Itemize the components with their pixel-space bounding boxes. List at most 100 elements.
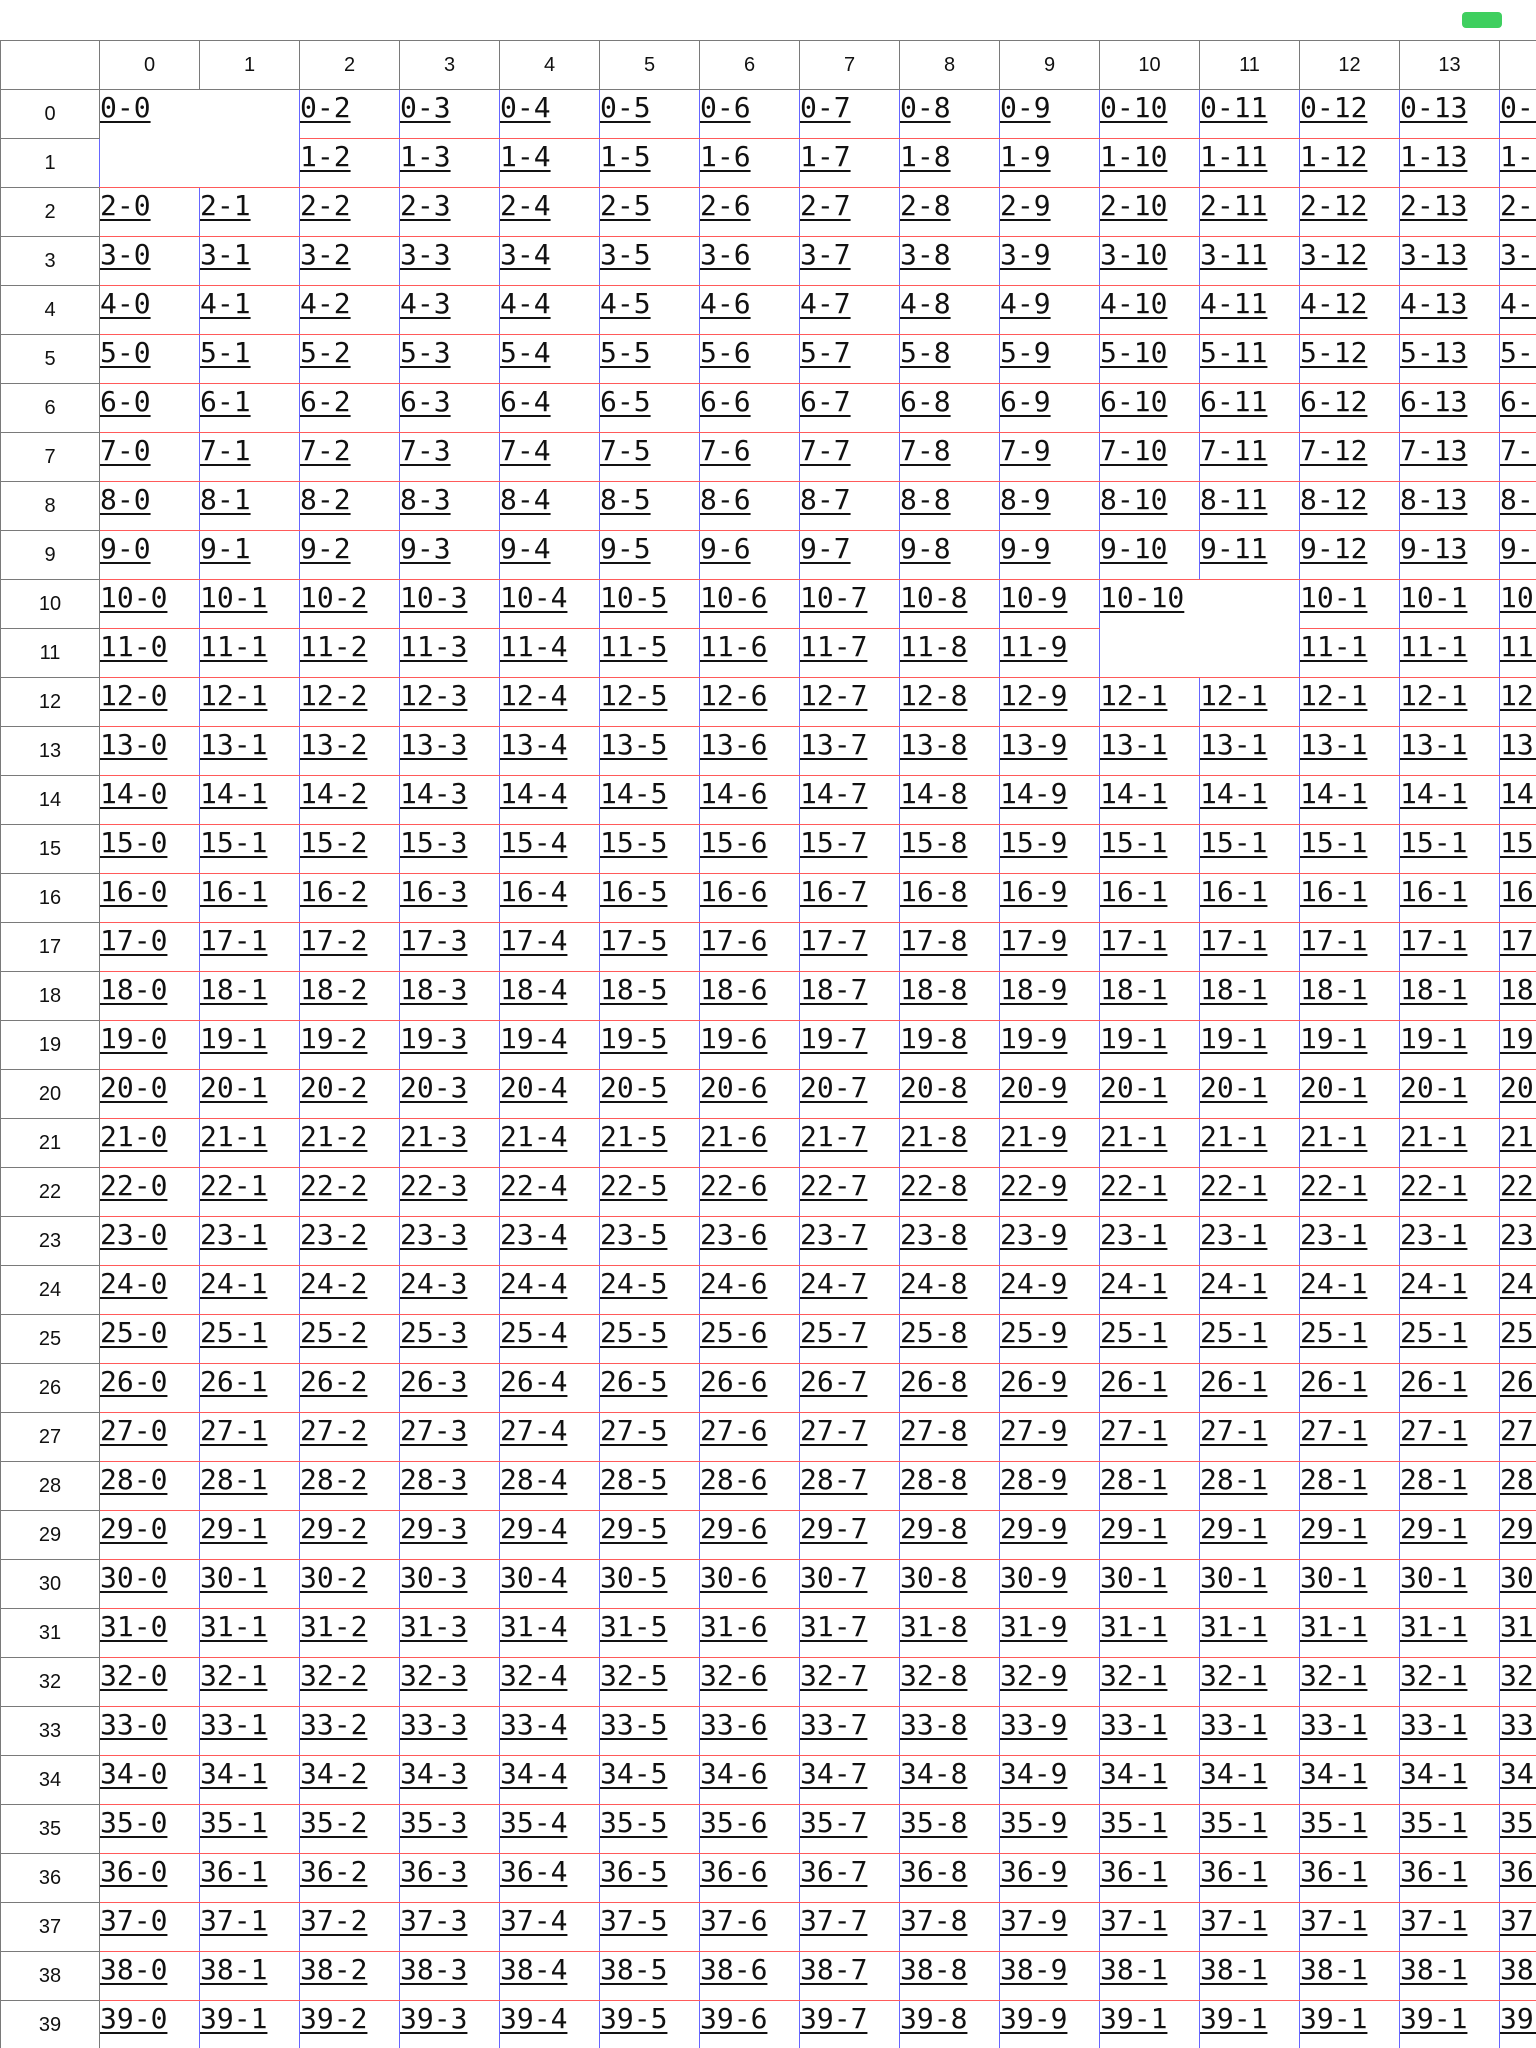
grid-cell[interactable]: 10-0 bbox=[99, 579, 200, 629]
grid-cell[interactable]: 3-7 bbox=[799, 236, 900, 286]
grid-cell[interactable]: 14-4 bbox=[499, 775, 600, 825]
grid-cell[interactable]: 19-5 bbox=[599, 1020, 700, 1070]
grid-cell[interactable]: 25-1 bbox=[1299, 1314, 1400, 1364]
grid-viewport[interactable]: 0123456789101112131400-00-20-30-40-50-60… bbox=[0, 40, 1536, 2048]
grid-cell[interactable]: 33-3 bbox=[399, 1706, 500, 1756]
grid-cell[interactable]: 39-1 bbox=[1499, 2000, 1536, 2048]
grid-cell[interactable]: 7-0 bbox=[99, 432, 200, 482]
grid-cell[interactable]: 32-7 bbox=[799, 1657, 900, 1707]
grid-cell[interactable]: 18-5 bbox=[599, 971, 700, 1021]
grid-cell[interactable]: 31-7 bbox=[799, 1608, 900, 1658]
grid-cell[interactable]: 25-9 bbox=[999, 1314, 1100, 1364]
row-header[interactable]: 38 bbox=[0, 1951, 100, 2001]
column-header[interactable]: 5 bbox=[599, 40, 700, 90]
grid-cell[interactable]: 34-1 bbox=[199, 1755, 300, 1805]
grid-cell[interactable]: 25-1 bbox=[199, 1314, 300, 1364]
grid-cell[interactable]: 20-9 bbox=[999, 1069, 1100, 1119]
grid-cell[interactable]: 9-3 bbox=[399, 530, 500, 580]
grid-cell[interactable]: 2-11 bbox=[1199, 187, 1300, 237]
row-header[interactable]: 27 bbox=[0, 1412, 100, 1462]
grid-cell[interactable]: 38-1 bbox=[1399, 1951, 1500, 2001]
grid-cell[interactable]: 31-1 bbox=[1299, 1608, 1400, 1658]
grid-cell[interactable]: 1-9 bbox=[999, 138, 1100, 188]
grid-cell[interactable]: 22-3 bbox=[399, 1167, 500, 1217]
grid-cell[interactable]: 28-1 bbox=[1299, 1461, 1400, 1511]
grid-cell[interactable]: 29-4 bbox=[499, 1510, 600, 1560]
grid-cell[interactable]: 4-4 bbox=[499, 285, 600, 335]
grid-cell[interactable]: 28-1 bbox=[1399, 1461, 1500, 1511]
grid-cell[interactable]: 38-5 bbox=[599, 1951, 700, 2001]
grid-cell[interactable]: 23-1 bbox=[1499, 1216, 1536, 1266]
grid-cell[interactable]: 21-0 bbox=[99, 1118, 200, 1168]
grid-cell[interactable]: 21-3 bbox=[399, 1118, 500, 1168]
grid-cell[interactable]: 19-1 bbox=[199, 1020, 300, 1070]
grid-cell[interactable]: 11-2 bbox=[299, 628, 400, 678]
grid-cell[interactable]: 1-13 bbox=[1399, 138, 1500, 188]
grid-cell[interactable]: 12-1 bbox=[1499, 677, 1536, 727]
grid-cell[interactable]: 39-2 bbox=[299, 2000, 400, 2048]
grid-cell[interactable]: 22-8 bbox=[899, 1167, 1000, 1217]
grid-cell[interactable]: 13-1 bbox=[1199, 726, 1300, 776]
grid-cell[interactable]: 3-11 bbox=[1199, 236, 1300, 286]
grid-cell[interactable]: 29-1 bbox=[1499, 1510, 1536, 1560]
grid-cell[interactable]: 24-1 bbox=[199, 1265, 300, 1315]
grid-cell[interactable]: 10-9 bbox=[999, 579, 1100, 629]
grid-cell[interactable]: 18-1 bbox=[1299, 971, 1400, 1021]
grid-cell[interactable]: 6-0 bbox=[99, 383, 200, 433]
grid-cell[interactable]: 37-9 bbox=[999, 1902, 1100, 1952]
grid-cell[interactable]: 29-1 bbox=[199, 1510, 300, 1560]
grid-cell[interactable]: 20-5 bbox=[599, 1069, 700, 1119]
grid-cell[interactable]: 7-14 bbox=[1499, 432, 1536, 482]
grid-cell[interactable]: 6-7 bbox=[799, 383, 900, 433]
row-header[interactable]: 7 bbox=[0, 432, 100, 482]
grid-cell[interactable]: 16-5 bbox=[599, 873, 700, 923]
grid-cell[interactable]: 27-9 bbox=[999, 1412, 1100, 1462]
grid-cell[interactable]: 16-3 bbox=[399, 873, 500, 923]
grid-cell[interactable]: 39-1 bbox=[1399, 2000, 1500, 2048]
grid-cell[interactable]: 0-11 bbox=[1199, 89, 1300, 139]
grid-cell[interactable]: 4-14 bbox=[1499, 285, 1536, 335]
grid-cell[interactable]: 4-6 bbox=[699, 285, 800, 335]
grid-cell[interactable]: 5-1 bbox=[199, 334, 300, 384]
grid-cell[interactable]: 33-4 bbox=[499, 1706, 600, 1756]
row-header[interactable]: 14 bbox=[0, 775, 100, 825]
grid-cell[interactable]: 30-1 bbox=[1099, 1559, 1200, 1609]
grid-cell[interactable]: 30-1 bbox=[1399, 1559, 1500, 1609]
grid-cell[interactable]: 8-6 bbox=[699, 481, 800, 531]
grid-cell[interactable]: 12-7 bbox=[799, 677, 900, 727]
grid-cell[interactable]: 26-8 bbox=[899, 1363, 1000, 1413]
grid-cell[interactable]: 3-10 bbox=[1099, 236, 1200, 286]
grid-cell[interactable]: 38-1 bbox=[1299, 1951, 1400, 2001]
grid-cell[interactable]: 23-1 bbox=[199, 1216, 300, 1266]
grid-cell[interactable]: 11-7 bbox=[799, 628, 900, 678]
grid-cell[interactable]: 26-5 bbox=[599, 1363, 700, 1413]
grid-cell[interactable]: 20-1 bbox=[1099, 1069, 1200, 1119]
grid-cell[interactable]: 2-7 bbox=[799, 187, 900, 237]
grid-cell[interactable]: 28-9 bbox=[999, 1461, 1100, 1511]
grid-cell[interactable]: 13-1 bbox=[1399, 726, 1500, 776]
grid-cell[interactable]: 4-2 bbox=[299, 285, 400, 335]
row-header[interactable]: 37 bbox=[0, 1902, 100, 1952]
column-header[interactable]: 14 bbox=[1499, 40, 1536, 90]
column-header[interactable]: 2 bbox=[299, 40, 400, 90]
grid-cell[interactable]: 12-0 bbox=[99, 677, 200, 727]
row-header[interactable]: 9 bbox=[0, 530, 100, 580]
row-header[interactable]: 5 bbox=[0, 334, 100, 384]
grid-cell[interactable]: 14-3 bbox=[399, 775, 500, 825]
grid-cell[interactable]: 18-2 bbox=[299, 971, 400, 1021]
grid-cell[interactable]: 13-2 bbox=[299, 726, 400, 776]
grid-cell[interactable]: 0-10 bbox=[1099, 89, 1200, 139]
grid-cell[interactable]: 3-8 bbox=[899, 236, 1000, 286]
grid-cell[interactable]: 22-6 bbox=[699, 1167, 800, 1217]
row-header[interactable]: 33 bbox=[0, 1706, 100, 1756]
grid-cell[interactable]: 33-0 bbox=[99, 1706, 200, 1756]
grid-cell[interactable]: 31-1 bbox=[199, 1608, 300, 1658]
grid-cell[interactable]: 9-6 bbox=[699, 530, 800, 580]
grid-cell[interactable]: 25-7 bbox=[799, 1314, 900, 1364]
grid-cell[interactable]: 9-2 bbox=[299, 530, 400, 580]
grid-cell[interactable]: 19-2 bbox=[299, 1020, 400, 1070]
grid-cell[interactable]: 6-1 bbox=[199, 383, 300, 433]
grid-cell[interactable]: 31-1 bbox=[1199, 1608, 1300, 1658]
grid-cell[interactable]: 38-1 bbox=[1099, 1951, 1200, 2001]
grid-cell[interactable]: 2-3 bbox=[399, 187, 500, 237]
